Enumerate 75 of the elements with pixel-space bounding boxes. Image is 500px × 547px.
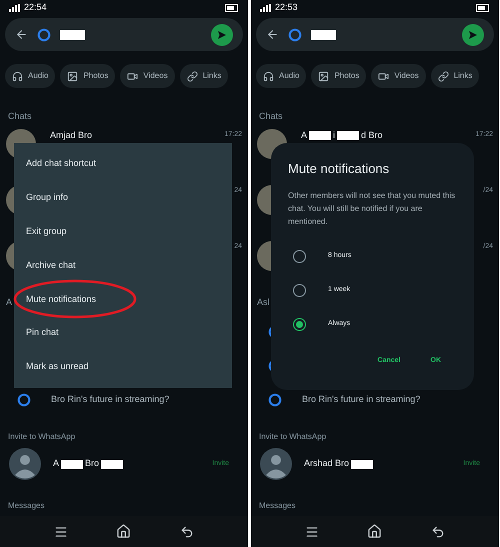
menu-item[interactable]: Exit group	[14, 214, 79, 249]
chip-icon	[438, 70, 449, 82]
menu-item[interactable]: Pin chat	[14, 316, 71, 350]
send-button[interactable]	[211, 24, 233, 46]
redaction-block	[309, 130, 332, 140]
chip-icon	[186, 70, 198, 82]
signal-icon	[9, 4, 21, 12]
redaction-block	[60, 30, 85, 40]
contact-name: d Bro	[361, 128, 383, 142]
ring-icon	[37, 28, 51, 42]
ai-prompt[interactable]: Bro Rin's future in streaming?	[302, 393, 420, 407]
redaction-block	[311, 30, 336, 40]
chip-icon	[378, 70, 390, 82]
contact-name: Amjad Bro	[50, 128, 92, 142]
menu-icon[interactable]	[54, 524, 68, 538]
filter-chip[interactable]: Audio	[5, 64, 56, 88]
menu-item[interactable]: Add chat shortcut	[14, 147, 108, 181]
back-icon[interactable]	[15, 28, 28, 41]
redaction-block	[337, 130, 360, 140]
chip-icon	[12, 70, 23, 82]
back-icon[interactable]	[180, 524, 194, 538]
filter-chip[interactable]: Photos	[311, 64, 366, 88]
filter-chip[interactable]: Audio	[256, 64, 306, 88]
search-bar[interactable]	[256, 18, 494, 51]
ai-prompt[interactable]: Bro Rin's future in streaming?	[51, 393, 170, 407]
radio-button[interactable]	[293, 284, 306, 297]
section-heading: Chats	[7, 110, 33, 123]
filter-chip[interactable]: Videos	[120, 64, 175, 88]
section-heading: Messages	[258, 500, 296, 512]
battery-icon	[476, 4, 490, 12]
section-heading: Invite to WhatsApp	[7, 431, 76, 443]
chip-icon	[67, 70, 78, 82]
ring-icon	[288, 28, 302, 42]
contact-name: Bro	[85, 457, 100, 470]
back-icon[interactable]	[430, 524, 445, 538]
contact-name: Arshad Bro	[304, 457, 350, 470]
section-heading: Messages	[7, 500, 46, 512]
menu-item[interactable]: Mark as unread	[14, 350, 101, 384]
contact-name: A	[301, 128, 308, 142]
menu-item[interactable]: Group info	[14, 180, 80, 215]
chip-icon	[127, 70, 138, 82]
home-icon[interactable]	[116, 524, 132, 539]
status-time: 22:54	[24, 1, 47, 14]
avatar-silhouette-icon	[9, 448, 41, 480]
filter-chip[interactable]: Videos	[371, 64, 426, 88]
send-icon	[217, 30, 227, 40]
dialog-title: Mute notifications	[288, 160, 390, 178]
radio-button[interactable]	[293, 250, 306, 263]
radio-button[interactable]	[293, 318, 306, 331]
ring-icon	[268, 393, 282, 407]
menu-icon[interactable]	[305, 524, 320, 538]
send-button[interactable]	[462, 24, 484, 46]
home-icon[interactable]	[367, 524, 382, 539]
chip-icon	[318, 70, 330, 82]
contact-name: i	[333, 128, 336, 142]
battery-icon	[225, 4, 239, 12]
ring-icon	[17, 393, 31, 407]
section-heading: Chats	[258, 110, 284, 123]
section-heading: Invite to WhatsApp	[258, 431, 328, 443]
send-icon	[468, 30, 478, 40]
signal-icon	[260, 4, 272, 12]
filter-chip[interactable]: Links	[430, 64, 480, 88]
status-time: 22:53	[275, 1, 298, 14]
section-heading: A	[6, 296, 12, 308]
redaction-block	[61, 460, 84, 468]
contact-name: A	[53, 457, 60, 470]
filter-chip[interactable]: Photos	[60, 64, 116, 88]
filter-chip[interactable]: Links	[180, 64, 228, 88]
search-bar[interactable]	[5, 18, 243, 51]
back-icon[interactable]	[266, 28, 279, 41]
dialog-message: Other members will not see that you muted this chat. You will still be notified if you are mentioned.	[288, 190, 456, 228]
menu-item[interactable]: Archive chat	[14, 248, 88, 282]
avatar-silhouette-icon	[260, 448, 292, 480]
chip-icon	[263, 70, 274, 82]
section-heading: Asl	[257, 296, 270, 308]
